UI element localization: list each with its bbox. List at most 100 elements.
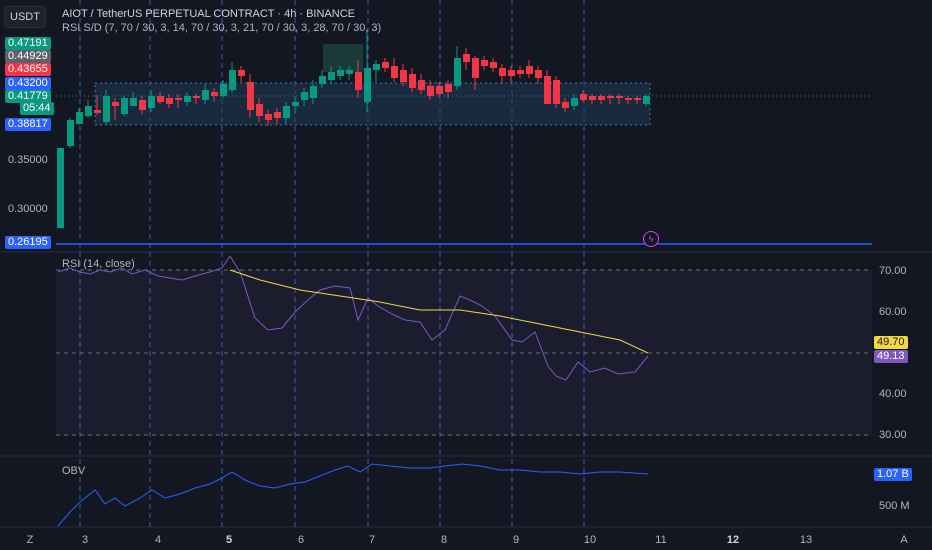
rsi-axis-tick: 30.00 [879, 429, 907, 441]
candle-body [427, 86, 434, 96]
x-axis-label: 11 [655, 534, 667, 546]
candle-body [445, 84, 452, 92]
chart-stage[interactable]: USDT AIOT / TetherUS PERPETUAL CONTRACT … [0, 0, 932, 550]
candle-body [238, 70, 245, 76]
price-label-high: 0.47191 [5, 37, 51, 50]
candle-body [166, 98, 173, 104]
x-axis-label: 10 [583, 534, 597, 546]
candle-body [103, 96, 110, 122]
x-axis-label: 13 [799, 534, 813, 546]
candle-body [229, 70, 236, 90]
candle-body [463, 54, 470, 62]
rsi-axis-tick: 60.00 [879, 306, 907, 318]
x-axis-label: 7 [368, 534, 376, 546]
candle-body [265, 114, 272, 120]
obv-axis-tick: 500 M [879, 500, 910, 512]
x-axis-label: 3 [81, 534, 89, 546]
rsi-title[interactable]: RSI (14, close) [62, 258, 135, 270]
candle-body [139, 100, 146, 110]
candle-body [481, 60, 488, 66]
candle-body [274, 112, 281, 118]
candle-body [283, 106, 290, 118]
candle-body [436, 86, 443, 94]
candle-body [175, 98, 182, 100]
price-label-3: 0.43655 [5, 63, 51, 76]
candle-body [130, 98, 137, 106]
candle-body [57, 148, 64, 228]
candle-body [472, 58, 479, 78]
x-axis-label: 9 [512, 534, 520, 546]
obv-value-label: 1.07 B [874, 468, 912, 481]
candle-body [571, 98, 578, 106]
candle-body [301, 92, 308, 100]
candle-body [211, 92, 218, 96]
candle-body [112, 102, 119, 106]
candle-body [76, 112, 83, 124]
candle-body [490, 62, 497, 68]
lightning-icon[interactable]: ϟ [643, 231, 659, 247]
symbol-pill[interactable]: USDT [4, 6, 46, 28]
candle-body [193, 96, 200, 98]
candle-body [67, 120, 74, 146]
candle-body [391, 66, 398, 78]
x-axis-label: 12 [726, 534, 740, 546]
x-axis-label: 8 [440, 534, 448, 546]
candle-body [643, 96, 650, 104]
candle-body [328, 72, 335, 80]
candle-body [589, 96, 596, 100]
corner-right-label[interactable]: A [900, 534, 907, 546]
candle-body [400, 70, 407, 82]
price-axis-tick: 0.30000 [8, 203, 48, 215]
x-axis-label: 6 [297, 534, 305, 546]
rsi-ma-value-label: 49.70 [874, 336, 908, 349]
candle-body [373, 64, 380, 70]
candle-body [598, 96, 605, 100]
candle-body [148, 96, 155, 108]
candle-body [85, 106, 92, 116]
candle-body [544, 76, 551, 104]
price-label-line: 0.26195 [5, 236, 51, 249]
candle-body [364, 68, 371, 102]
supply-zone [323, 44, 363, 72]
candle-body [517, 70, 524, 74]
price-label-4: 0.43200 [5, 77, 51, 90]
countdown-label: 05:44 [20, 102, 54, 115]
candle-body [526, 66, 533, 74]
candle-body [499, 68, 506, 76]
x-axis-label: 5 [225, 534, 233, 546]
rsi-value-label: 49.13 [874, 350, 908, 363]
candle-body [202, 90, 209, 100]
candle-body [562, 102, 569, 108]
candle-body [247, 82, 254, 110]
candle-body [607, 96, 614, 98]
candle-body [355, 72, 362, 90]
chart-title: AIOT / TetherUS PERPETUAL CONTRACT · 4h … [62, 8, 355, 20]
candle-body [121, 98, 128, 114]
x-axis-label: 4 [154, 534, 162, 546]
candle-body [184, 96, 191, 102]
candle-body [310, 86, 317, 98]
candle-body [94, 110, 101, 113]
candle-body [337, 70, 344, 76]
candle-body [418, 80, 425, 90]
candle-body [580, 94, 587, 100]
price-label-2: 0.44929 [5, 50, 51, 63]
price-label-low: 0.38817 [5, 118, 51, 131]
chart-canvas[interactable] [0, 0, 932, 550]
candle-body [634, 98, 641, 100]
candle-body [508, 70, 515, 76]
obv-line [57, 463, 649, 527]
corner-left-label[interactable]: Z [27, 534, 34, 546]
candle-body [319, 76, 326, 84]
price-axis-tick: 0.35000 [8, 154, 48, 166]
candle-body [346, 70, 353, 74]
candle-body [220, 84, 227, 96]
candle-body [535, 70, 542, 78]
candle-body [409, 74, 416, 88]
obv-title[interactable]: OBV [62, 465, 85, 477]
candle-body [454, 58, 461, 86]
indicator-legend[interactable]: RSI S/D (7, 70 / 30, 3, 14, 70 / 30, 3, … [62, 22, 381, 34]
candle-body [553, 80, 560, 104]
candle-body [157, 96, 164, 102]
rsi-axis-tick: 40.00 [879, 388, 907, 400]
